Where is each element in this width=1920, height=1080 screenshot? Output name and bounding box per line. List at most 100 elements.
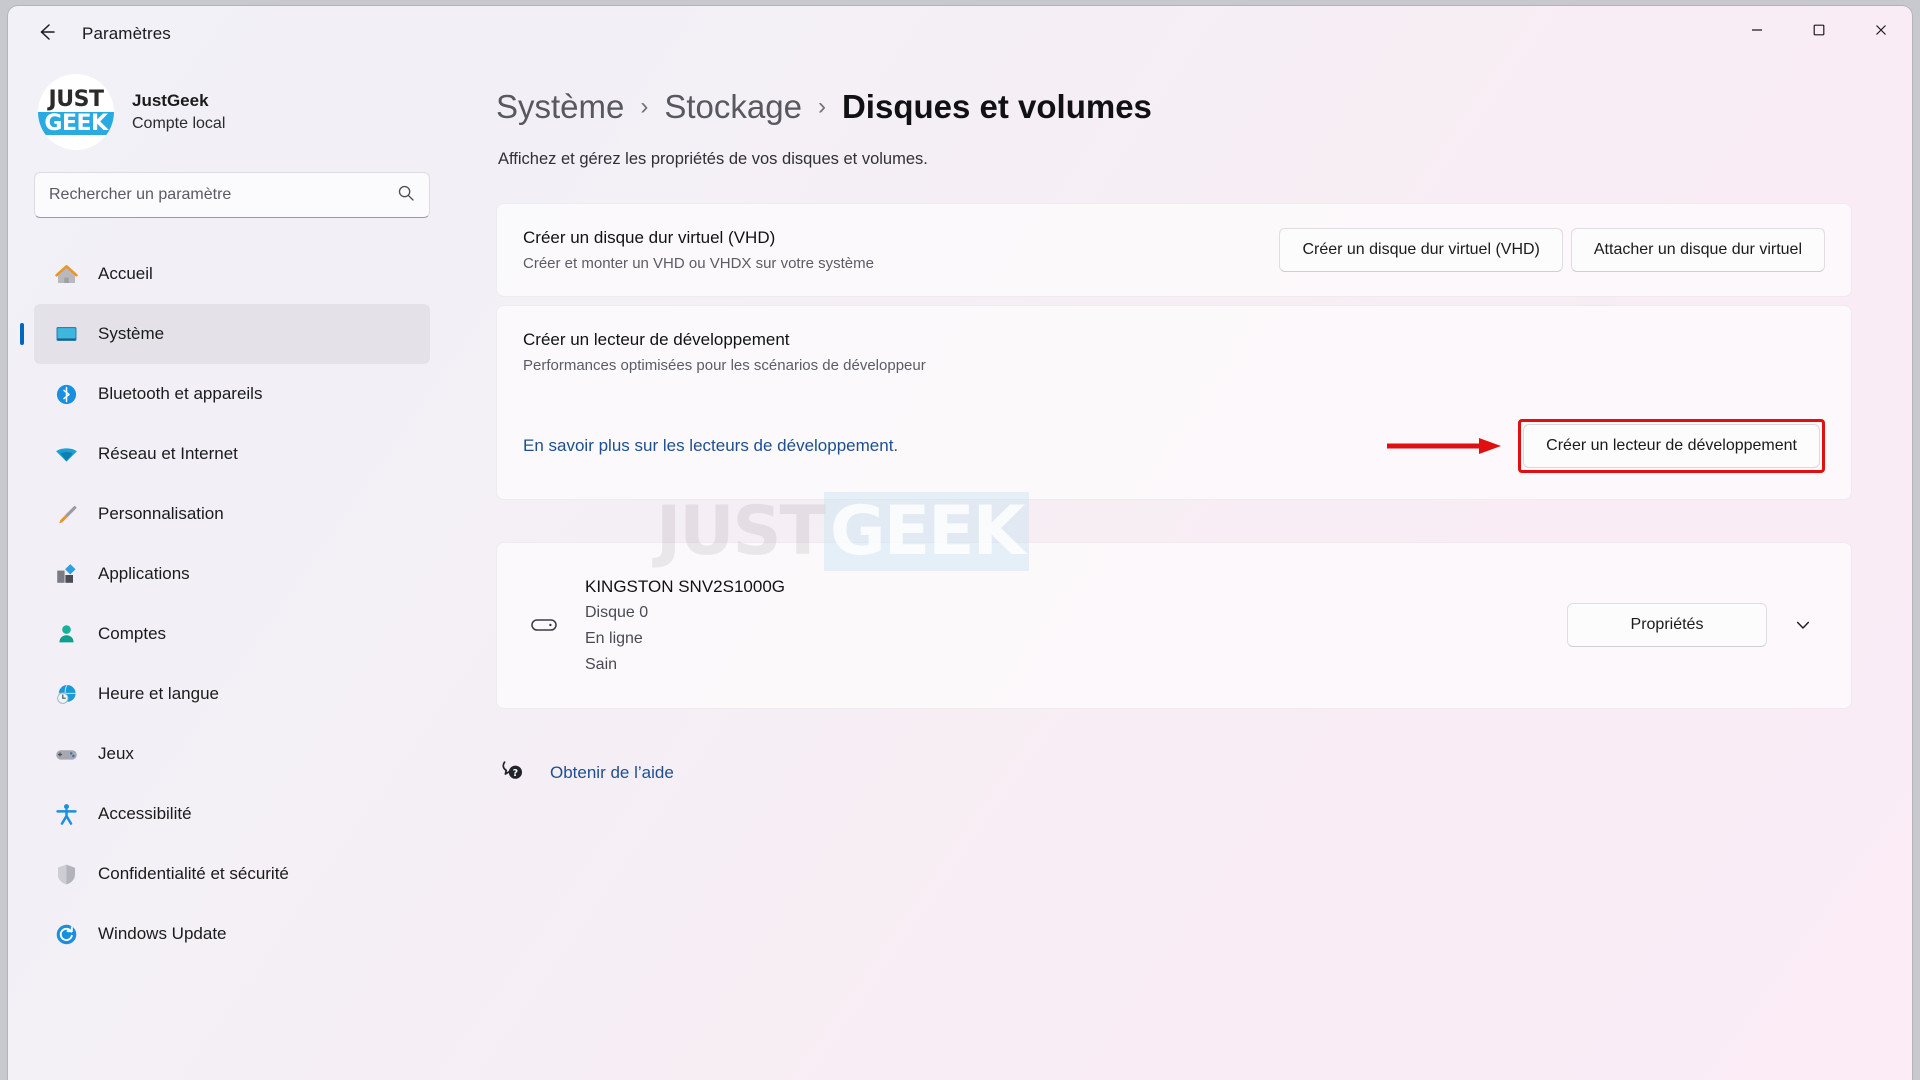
sidebar-item-comptes[interactable]: Comptes xyxy=(34,604,430,664)
sidebar-item-label: Système xyxy=(98,324,165,343)
vhd-card-title: Créer un disque dur virtuel (VHD) xyxy=(523,228,776,247)
disk-health: Sain xyxy=(585,655,618,673)
display-icon xyxy=(52,320,80,348)
dev-drive-card-title: Créer un lecteur de développement xyxy=(523,330,790,350)
sidebar-item-label: Heure et langue xyxy=(98,684,219,703)
home-icon xyxy=(52,260,80,288)
maximize-button[interactable] xyxy=(1788,6,1850,54)
disk-number: Disque 0 xyxy=(585,603,649,621)
sidebar-item-label: Réseau et Internet xyxy=(98,444,238,463)
vhd-card-actions: Créer un disque dur virtuel (VHD) Attach… xyxy=(1279,228,1825,273)
maximize-icon xyxy=(1813,24,1825,36)
sidebar-item-confidentialite[interactable]: Confidentialité et sécurité xyxy=(34,844,430,904)
vhd-card-row: Créer un disque dur virtuel (VHD) Créer … xyxy=(497,204,1851,296)
main-content: Système › Stockage › Disques et volumes … xyxy=(456,62,1912,1080)
back-arrow-icon xyxy=(35,21,57,48)
attach-vhd-button[interactable]: Attacher un disque dur virtuel xyxy=(1570,228,1825,273)
sidebar-item-label: Accueil xyxy=(98,264,153,283)
avatar: JUST GEEK xyxy=(38,74,114,150)
back-button[interactable] xyxy=(24,16,68,52)
sidebar-item-label: Bluetooth et appareils xyxy=(98,384,263,403)
red-arrow-icon xyxy=(1387,437,1502,454)
disk-card-row: KINGSTON SNV2S1000G Disque 0 En ligne Sa… xyxy=(497,543,1851,708)
disk-name: KINGSTON SNV2S1000G xyxy=(585,576,785,596)
sidebar-item-accueil[interactable]: Accueil xyxy=(34,244,430,304)
help-bubble-icon: ? xyxy=(500,757,528,790)
chevron-down-icon xyxy=(1796,621,1810,629)
sidebar-item-bluetooth[interactable]: Bluetooth et appareils xyxy=(34,364,430,424)
breadcrumb-stockage[interactable]: Stockage xyxy=(664,88,802,126)
svg-text:?: ? xyxy=(513,768,518,779)
sidebar-item-label: Windows Update xyxy=(98,924,227,943)
sidebar: JUST GEEK JustGeek Compte local Recherch… xyxy=(8,62,456,1080)
help-row: ? Obtenir de l’aide xyxy=(496,757,1852,790)
logo-geek-text: GEEK xyxy=(38,112,114,135)
sidebar-item-label: Jeux xyxy=(98,744,134,763)
vhd-card-text: Créer un disque dur virtuel (VHD) Créer … xyxy=(523,226,1279,274)
search-box[interactable] xyxy=(34,172,430,218)
page-title: Disques et volumes xyxy=(841,88,1152,125)
disk-info: KINGSTON SNV2S1000G Disque 0 En ligne Sa… xyxy=(585,573,1567,678)
apps-icon xyxy=(52,560,80,588)
create-vhd-button[interactable]: Créer un disque dur virtuel (VHD) xyxy=(1279,228,1563,273)
vhd-card-description: Créer et monter un VHD ou VHDX sur votre… xyxy=(523,254,874,272)
close-button[interactable] xyxy=(1850,6,1912,54)
sidebar-item-reseau[interactable]: Réseau et Internet xyxy=(34,424,430,484)
accessibility-icon xyxy=(52,800,80,828)
dev-drive-card: Créer un lecteur de développement Perfor… xyxy=(496,305,1852,500)
sidebar-nav: Accueil Système Bluetooth et appareils R… xyxy=(34,244,430,964)
sidebar-item-heure-langue[interactable]: Heure et langue xyxy=(34,664,430,724)
sidebar-item-applications[interactable]: Applications xyxy=(34,544,430,604)
dev-drive-card-body: Créer un lecteur de développement Perfor… xyxy=(497,306,1851,498)
sidebar-item-windows-update[interactable]: Windows Update xyxy=(34,904,430,964)
minimize-button[interactable] xyxy=(1726,6,1788,54)
shield-icon xyxy=(52,860,80,888)
breadcrumb-separator-icon: › xyxy=(817,93,826,120)
sidebar-item-accessibilite[interactable]: Accessibilité xyxy=(34,784,430,844)
sidebar-item-label: Applications xyxy=(98,564,190,583)
sidebar-item-label: Accessibilité xyxy=(98,804,192,823)
bluetooth-icon xyxy=(52,380,80,408)
disk-drive-icon xyxy=(523,604,565,646)
gamepad-icon xyxy=(52,740,80,768)
update-icon xyxy=(52,920,80,948)
sidebar-item-jeux[interactable]: Jeux xyxy=(34,724,430,784)
clock-globe-icon xyxy=(52,680,80,708)
create-dev-drive-highlight: Créer un lecteur de développement xyxy=(1387,418,1825,473)
wifi-icon xyxy=(52,440,80,468)
disk-properties-button[interactable]: Propriétés xyxy=(1567,603,1767,648)
sidebar-item-label: Confidentialité et sécurité xyxy=(98,864,289,883)
account-subtitle: Compte local xyxy=(132,114,226,132)
disk-status: En ligne xyxy=(585,629,643,647)
sidebar-item-personnalisation[interactable]: Personnalisation xyxy=(34,484,430,544)
person-icon xyxy=(52,620,80,648)
breadcrumb: Système › Stockage › Disques et volumes xyxy=(496,88,1852,126)
search-icon xyxy=(397,184,415,207)
logo-just-text: JUST xyxy=(48,86,104,112)
page-subtitle: Affichez et gérez les propriétés de vos … xyxy=(498,150,928,168)
dev-drive-card-description: Performances optimisées pour les scénari… xyxy=(523,357,926,375)
minimize-icon xyxy=(1752,29,1762,31)
disk-expand-button[interactable] xyxy=(1781,603,1825,647)
learn-more-link[interactable]: En savoir plus sur les lecteurs de dével… xyxy=(523,436,898,456)
sidebar-item-systeme[interactable]: Système xyxy=(34,304,430,364)
account-section[interactable]: JUST GEEK JustGeek Compte local xyxy=(34,62,430,172)
paintbrush-icon xyxy=(52,500,80,528)
disk-card: KINGSTON SNV2S1000G Disque 0 En ligne Sa… xyxy=(496,541,1852,709)
window-controls xyxy=(1726,6,1912,54)
settings-window: Paramètres JUST GEEK JustGeek Compte loc… xyxy=(8,6,1912,1080)
dev-drive-card-bottom: En savoir plus sur les lecteurs de dével… xyxy=(523,418,1825,473)
title-bar: Paramètres xyxy=(8,6,1912,62)
window-title: Paramètres xyxy=(82,24,171,43)
create-dev-drive-button[interactable]: Créer un lecteur de développement xyxy=(1523,423,1820,468)
sidebar-item-label: Comptes xyxy=(98,624,167,643)
get-help-link[interactable]: Obtenir de l’aide xyxy=(550,763,674,783)
breadcrumb-separator-icon: › xyxy=(640,93,649,120)
account-name: JustGeek xyxy=(132,90,209,110)
breadcrumb-systeme[interactable]: Système xyxy=(496,88,624,126)
sidebar-item-label: Personnalisation xyxy=(98,504,224,523)
vhd-card: Créer un disque dur virtuel (VHD) Créer … xyxy=(496,203,1852,298)
search-input[interactable] xyxy=(49,186,397,204)
close-icon xyxy=(1876,25,1886,35)
account-text: JustGeek Compte local xyxy=(132,90,225,135)
